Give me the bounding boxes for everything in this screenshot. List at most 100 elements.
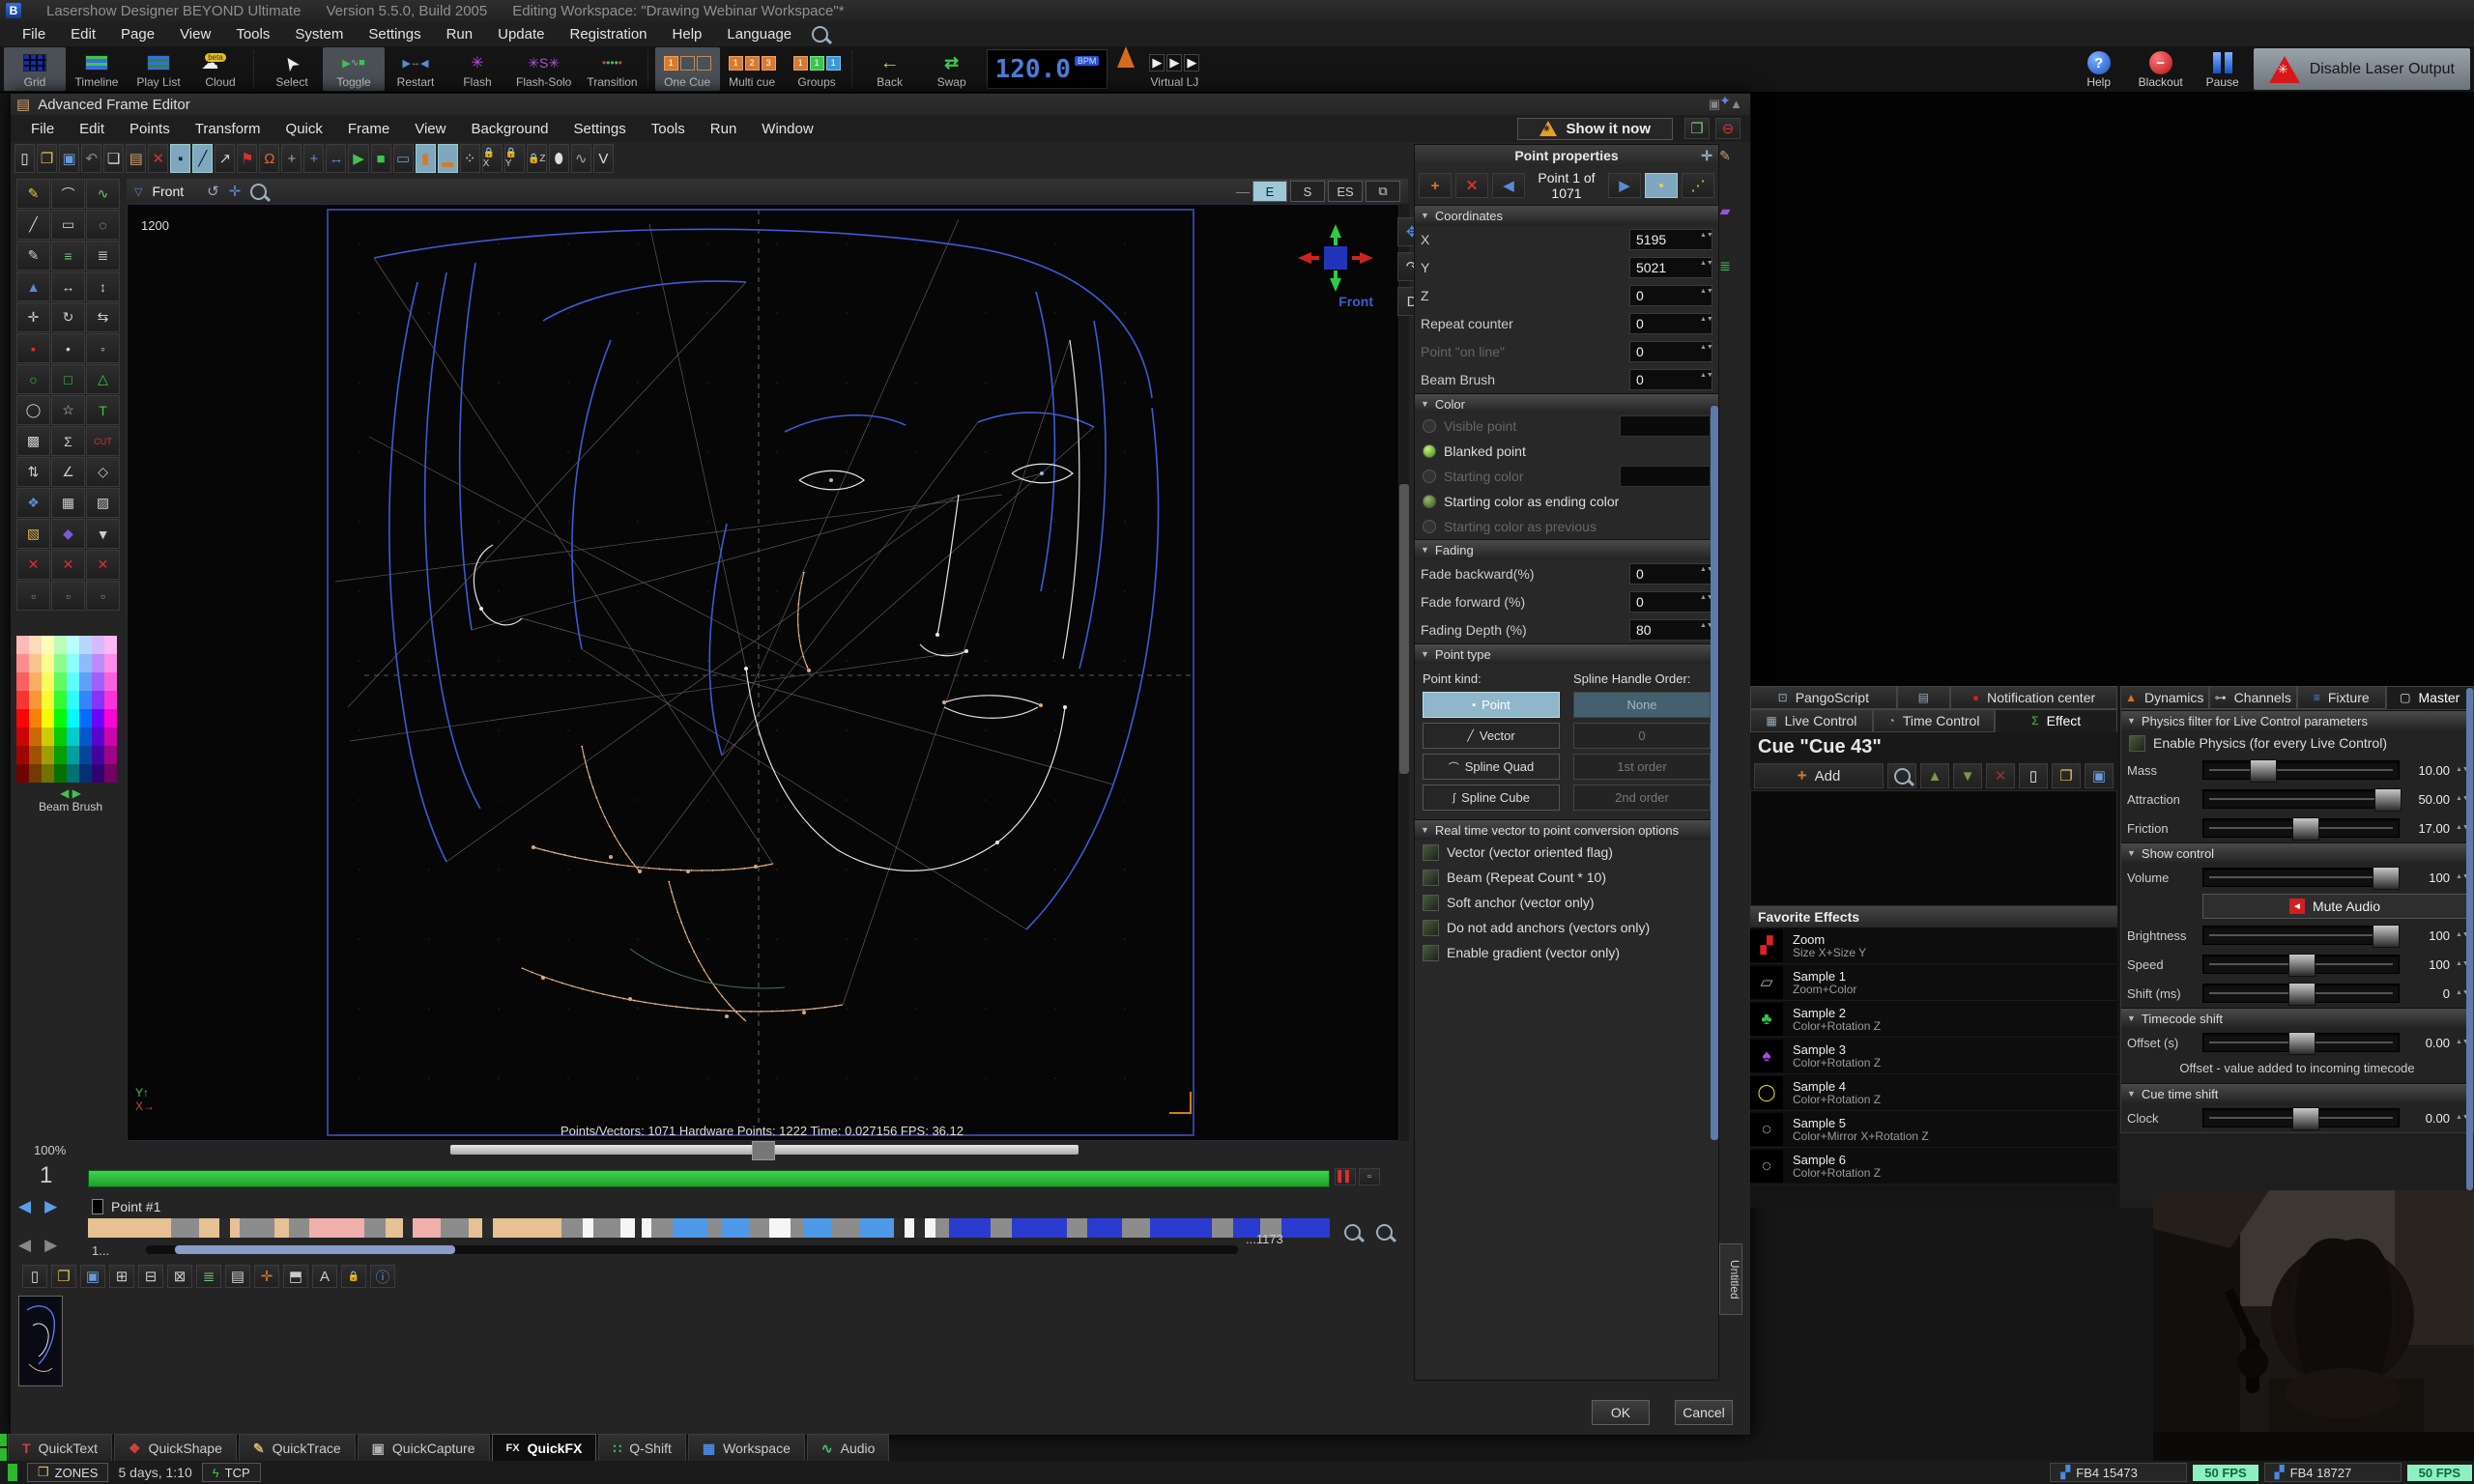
color-swatch[interactable] [16,654,29,672]
ok-button[interactable]: OK [1592,1400,1650,1425]
radio-starting-color-as-ending-color[interactable] [1423,495,1436,508]
color-swatch[interactable] [29,654,42,672]
color-swatch[interactable] [104,746,117,764]
palette-tool-13[interactable]: ↻ [51,302,85,332]
editor-tool-icon-9[interactable]: ↗ [215,144,235,173]
track-duration-bar[interactable] [88,1170,1330,1187]
app-menu-settings[interactable]: Settings [356,26,433,43]
color-swatch[interactable] [54,746,67,764]
tab-live-control[interactable]: ▦Live Control [1750,709,1873,732]
view-dropdown-icon[interactable]: ▽ [134,186,142,198]
color-swatch[interactable] [16,728,29,746]
palette-tool-23[interactable]: T [86,395,120,425]
radio-starting-color[interactable] [1423,470,1436,483]
new-file-button[interactable]: ▯ [2019,763,2048,788]
color-swatch[interactable] [29,746,42,764]
editor-tool-icon-6[interactable]: ✕ [148,144,168,173]
color-swatch[interactable] [92,654,104,672]
app-menu-view[interactable]: View [167,26,223,43]
property-value-fade-backward-[interactable]: 0 [1629,563,1712,585]
frame-toolbar-icon-3[interactable]: ⊞ [109,1265,134,1288]
delete-point-button[interactable]: ✕ [1455,173,1488,198]
color-swatch[interactable] [104,728,117,746]
point-kind-spline-quad[interactable]: ⌒Spline Quad [1423,754,1560,780]
view-popout-icon[interactable]: ⧉ [1366,181,1400,202]
editor-titlebar[interactable]: ▤ Advanced Frame Editor ▣▲ [11,94,1750,115]
track-red-icon[interactable]: ▌▌ [1335,1168,1356,1185]
color-swatch[interactable] [67,746,79,764]
slider-track[interactable] [2202,760,2400,780]
color-swatch[interactable] [29,728,42,746]
app-menu-tools[interactable]: Tools [223,26,282,43]
property-value-point-on-line-[interactable]: 0 [1629,341,1712,362]
slider-track[interactable] [2202,789,2400,809]
color-swatch[interactable] [54,728,67,746]
toolbar-button-back[interactable]: ←Back [859,47,921,91]
checkbox-vector-vector-oriented-flag-[interactable] [1423,844,1439,861]
toolbar-button-disable-laser-output[interactable]: Disable Laser Output [2254,48,2470,90]
color-swatch[interactable] [104,709,117,728]
app-menu-system[interactable]: System [282,26,356,43]
toolbar-button-restart[interactable]: ▶↔◀Restart [385,47,446,91]
editor-tool-icon-14[interactable]: ↔ [326,144,346,173]
frame-toolbar-icon-7[interactable]: ▤ [225,1265,250,1288]
palette-tool-0[interactable]: ✎ [16,179,50,209]
editor-tool-icon-2[interactable]: ▣ [59,144,79,173]
mute-audio-button[interactable]: ◄Mute Audio [2202,894,2467,919]
bottom-tab-workspace[interactable]: ▦Workspace [688,1434,805,1463]
toolbar-button-transition[interactable]: •••••Transition [579,47,645,91]
canvas-horizontal-scrollbar[interactable] [450,1145,1079,1155]
palette-tool-12[interactable]: ✛ [16,302,50,332]
slider-handle[interactable] [2292,1107,2319,1130]
editor-tool-icon-15[interactable]: ▶ [348,144,368,173]
section-header-cue-time-shift[interactable]: Cue time shift [2121,1083,2473,1103]
property-value-y[interactable]: 5021 [1629,257,1712,278]
favorite-effect-item[interactable]: ▱Sample 1Zoom+Color [1750,964,2117,1001]
toolbar-button-timeline[interactable]: Timeline [66,47,128,91]
spline-mode-button[interactable]: ⋰ [1682,173,1714,198]
color-swatch[interactable] [92,636,104,654]
layers-icon[interactable]: ❐ [1684,118,1710,139]
master-panel-scrollbar[interactable] [2466,688,2473,1190]
editor-tool-icon-12[interactable]: + [281,144,302,173]
checkbox-enable-gradient-vector-only-[interactable] [1423,945,1439,961]
color-swatch[interactable] [54,672,67,691]
move-down-button[interactable]: ▼ [1953,763,1982,788]
palette-tool-36[interactable]: ✕ [16,550,50,580]
palette-tool-6[interactable]: ✎ [16,241,50,271]
app-menu-update[interactable]: Update [485,26,557,43]
palette-tool-14[interactable]: ⇆ [86,302,120,332]
frame-toolbar-icon-5[interactable]: ⊠ [167,1265,192,1288]
tab-time-control[interactable]: ◔Time Control [1873,709,1996,732]
color-swatch[interactable] [29,764,42,783]
editor-menu-points[interactable]: Points [117,121,183,137]
color-swatch[interactable] [29,709,42,728]
editor-tool-icon-0[interactable]: ▯ [14,144,35,173]
slider-track[interactable] [2202,984,2400,1003]
editor-tool-icon-8[interactable]: ╱ [192,144,213,173]
slider-track[interactable] [2202,926,2400,945]
palette-tool-2[interactable]: ∿ [86,179,120,209]
color-swatch[interactable] [79,709,92,728]
favorite-effect-item[interactable]: ♣Sample 2Color+Rotation Z [1750,1001,2117,1038]
effect-list[interactable] [1750,790,2117,906]
palette-tool-27[interactable]: ⇅ [16,457,50,487]
color-swatch[interactable] [104,654,117,672]
frame-canvas[interactable]: 1200 Front Y↑X→ Points/Vectors: 1071 Har… [127,204,1397,1141]
delete-effect-button[interactable]: ✕ [1986,763,2015,788]
color-swatch-box[interactable] [1620,415,1711,437]
bottom-tab-quickfx[interactable]: FXQuickFX [492,1434,597,1463]
enable-physics-checkbox[interactable] [2129,735,2145,752]
editor-tool-icon-1[interactable]: ❐ [37,144,57,173]
slider-handle[interactable] [2374,788,2402,812]
app-menu-page[interactable]: Page [108,26,167,43]
color-swatch[interactable] [79,691,92,709]
point-color-strip[interactable] [88,1218,1330,1238]
app-menu-file[interactable]: File [10,26,58,43]
color-swatch[interactable] [16,636,29,654]
palette-tool-10[interactable]: ↔ [51,271,85,301]
palette-tool-16[interactable]: • [51,333,85,363]
palette-tool-38[interactable]: ✕ [86,550,120,580]
color-swatch[interactable] [79,654,92,672]
color-swatch[interactable] [92,709,104,728]
